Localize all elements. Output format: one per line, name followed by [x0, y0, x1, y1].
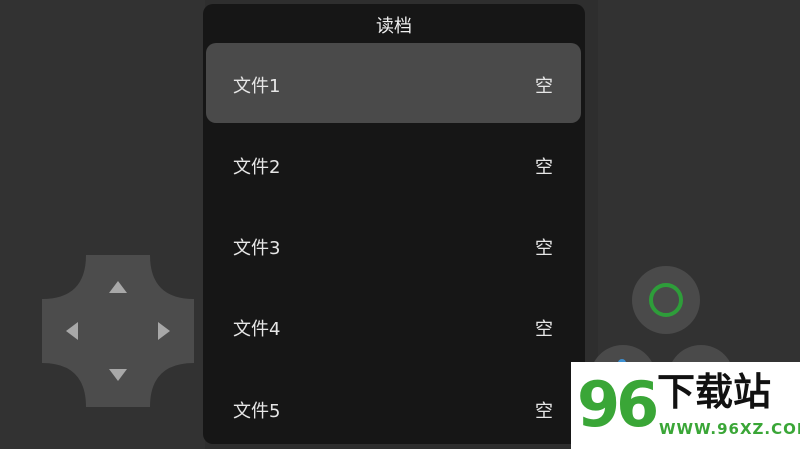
slot-status: 空 [535, 157, 553, 178]
slot-status: 空 [535, 238, 553, 259]
watermark-url: WWW.96XZ.COM [659, 420, 800, 438]
save-slot-4[interactable]: 文件4 空 [206, 286, 581, 366]
dpad-left-arrow-icon[interactable] [66, 322, 78, 340]
slot-name: 文件4 [233, 319, 281, 340]
dpad-right-arrow-icon[interactable] [158, 322, 170, 340]
dpad-up-arrow-icon[interactable] [109, 281, 127, 293]
watermark-logo: 96 下载站 WWW.96XZ.COM [571, 362, 800, 449]
slot-name: 文件3 [233, 238, 281, 259]
slot-name: 文件2 [233, 157, 281, 178]
save-slot-3[interactable]: 文件3 空 [206, 205, 581, 285]
slot-status: 空 [535, 319, 553, 340]
save-slot-2[interactable]: 文件2 空 [206, 124, 581, 204]
load-dialog: 读档 文件1 空 文件2 空 文件3 空 文件4 空 文件5 空 [203, 4, 585, 444]
slot-status: 空 [535, 401, 553, 422]
save-slot-1[interactable]: 文件1 空 [206, 43, 581, 123]
slot-status: 空 [535, 76, 553, 97]
dpad[interactable] [42, 255, 194, 407]
slot-name: 文件5 [233, 401, 281, 422]
dpad-icon [42, 255, 194, 407]
watermark-digits: 96 [577, 368, 659, 441]
dpad-down-arrow-icon[interactable] [109, 369, 127, 381]
confirm-button[interactable] [632, 266, 700, 334]
watermark-text: 下载站 [657, 370, 772, 414]
circle-button-icon [649, 283, 683, 317]
dialog-title: 读档 [376, 16, 412, 37]
slot-name: 文件1 [233, 76, 281, 97]
save-slot-5[interactable]: 文件5 空 [206, 368, 581, 444]
